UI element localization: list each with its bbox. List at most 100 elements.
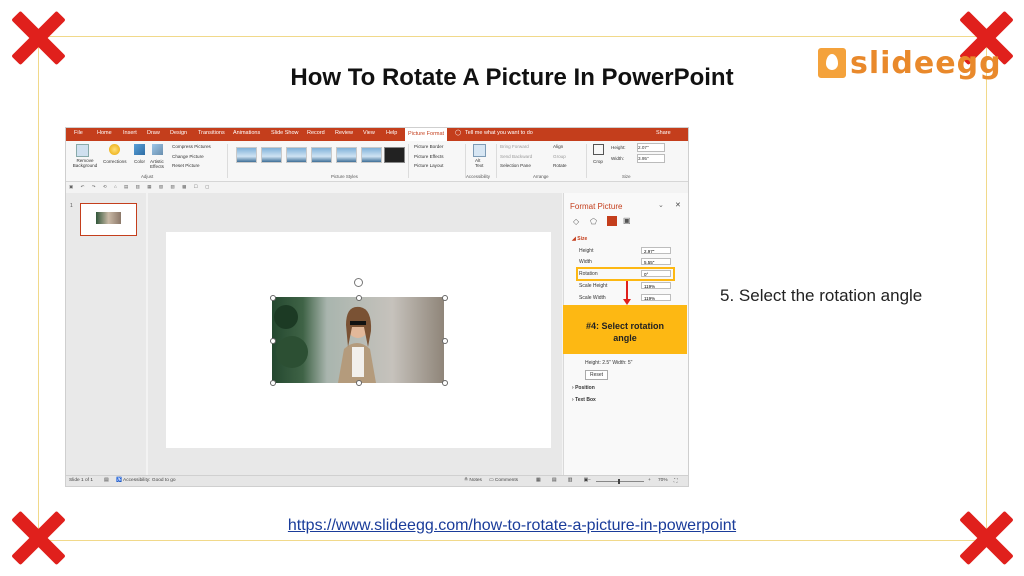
size-group-label: Size <box>622 174 631 179</box>
spellcheck-icon[interactable]: ▤ <box>104 478 109 483</box>
close-icon[interactable]: ✕ <box>675 201 681 209</box>
quick-access-icons[interactable]: ▣ ↶ ↷ ⟲ ⌂ ▤ ▥ ▦ ▧ ▨ ▩ ☐ ▢ <box>69 184 212 190</box>
rotate-button[interactable]: Rotate <box>553 163 567 168</box>
pane-height-label: Height <box>579 248 594 254</box>
zoom-out-button[interactable]: − <box>588 478 591 483</box>
menu-view[interactable]: View <box>363 130 375 136</box>
source-link[interactable]: https://www.slideegg.com/how-to-rotate-a… <box>260 514 764 537</box>
ribbon: Remove Background Corrections Color Arti… <box>66 141 688 182</box>
view-buttons[interactable]: ▦ ▤ ▥ ▣ <box>536 478 593 483</box>
effects-icon[interactable]: ⬠ <box>590 217 597 226</box>
quick-access-toolbar: ▣ ↶ ↷ ⟲ ⌂ ▤ ▥ ▦ ▧ ▨ ▩ ☐ ▢ <box>66 182 688 192</box>
scale-width-input[interactable]: 119% <box>641 294 671 301</box>
accessibility-status[interactable]: ♿ Accessibility: Good to go <box>116 478 176 483</box>
compress-pictures-button[interactable]: Compress Pictures <box>172 144 211 149</box>
powerpoint-window: File Home Insert Draw Design Transitions… <box>65 127 689 487</box>
resize-handle-top[interactable] <box>356 295 362 301</box>
zoom-slider-thumb[interactable] <box>618 479 620 484</box>
scale-height-input[interactable]: 119% <box>641 282 671 289</box>
text-box-section-header[interactable]: › Text Box <box>572 397 596 403</box>
ribbon-separator <box>586 144 587 178</box>
menu-transitions[interactable]: Transitions <box>198 130 225 136</box>
change-picture-button[interactable]: Change Picture <box>172 154 204 159</box>
share-button[interactable]: Share <box>656 130 671 136</box>
picture-style-6[interactable] <box>361 147 382 163</box>
picture-style-5[interactable] <box>336 147 357 163</box>
picture-border-button[interactable]: Picture Border <box>414 144 443 149</box>
picture-effects-button[interactable]: Picture Effects <box>414 154 444 159</box>
remove-background-button[interactable]: Remove Background <box>70 158 100 168</box>
corrections-button[interactable]: Corrections <box>103 159 127 164</box>
ribbon-separator <box>227 144 228 178</box>
slide-thumbnail-1[interactable] <box>80 203 137 236</box>
fill-line-icon[interactable]: ◇ <box>573 217 579 226</box>
picture-style-2[interactable] <box>261 147 282 163</box>
artistic-effects-icon <box>152 144 163 155</box>
resize-handle-bottom[interactable] <box>356 380 362 386</box>
alt-text-icon <box>473 144 486 157</box>
menu-record[interactable]: Record <box>307 130 325 136</box>
picture-style-1[interactable] <box>236 147 257 163</box>
width-label: Width: <box>611 156 625 161</box>
group-button[interactable]: Group <box>553 154 566 159</box>
rotation-handle-icon[interactable] <box>354 278 363 287</box>
menu-picture-format[interactable]: Picture Format <box>405 128 448 141</box>
align-button[interactable]: Align <box>553 144 563 149</box>
zoom-level[interactable]: 70% <box>658 478 668 483</box>
menu-file[interactable]: File <box>74 130 83 136</box>
pane-height-input[interactable]: 2.97" <box>641 247 671 254</box>
rotation-label: Rotation <box>579 271 598 277</box>
tell-me-input[interactable]: Tell me what you want to do <box>465 130 533 136</box>
zoom-in-button[interactable]: + <box>648 478 651 483</box>
menu-home[interactable]: Home <box>97 130 112 136</box>
zoom-slider[interactable] <box>596 481 644 482</box>
picture-style-7[interactable] <box>384 147 405 163</box>
instruction-callout: #4: Select rotation angle <box>563 305 687 354</box>
picture-layout-button[interactable]: Picture Layout <box>414 163 443 168</box>
resize-handle-top-right[interactable] <box>442 295 448 301</box>
resize-handle-top-left[interactable] <box>270 295 276 301</box>
lightbulb-icon: ◯ <box>455 130 462 136</box>
menu-draw[interactable]: Draw <box>147 130 160 136</box>
artistic-effects-button[interactable]: Artistic Effects <box>150 159 168 169</box>
reset-picture-button[interactable]: Reset Picture <box>172 163 200 168</box>
resize-handle-bottom-right[interactable] <box>442 380 448 386</box>
picture-style-3[interactable] <box>286 147 307 163</box>
rotation-input[interactable]: 0° <box>641 270 671 277</box>
selection-pane-button[interactable]: Selection Pane <box>500 163 531 168</box>
menu-slide-show[interactable]: Slide Show <box>271 130 299 136</box>
resize-handle-left[interactable] <box>270 338 276 344</box>
selected-picture[interactable] <box>272 297 444 383</box>
picture-icon[interactable]: ▣ <box>623 216 631 225</box>
original-size-text: Height: 2.5" Width: 5" <box>585 360 633 366</box>
ribbon-separator <box>496 144 497 178</box>
adjust-group-label: Adjust <box>141 174 154 179</box>
crop-button[interactable]: Crop <box>593 159 603 164</box>
menu-insert[interactable]: Insert <box>123 130 137 136</box>
scale-height-label: Scale Height <box>579 283 608 289</box>
slideegg-logo: slideegg <box>818 46 1002 81</box>
menu-design[interactable]: Design <box>170 130 187 136</box>
height-input[interactable]: 2.07" <box>637 143 665 152</box>
menu-animations[interactable]: Animations <box>233 130 260 136</box>
resize-handle-right[interactable] <box>442 338 448 344</box>
menu-help[interactable]: Help <box>386 130 397 136</box>
bring-forward-button[interactable]: Bring Forward <box>500 144 529 149</box>
color-button[interactable]: Color <box>134 159 145 164</box>
size-section-header[interactable]: ◢ Size <box>572 236 587 242</box>
position-section-header[interactable]: › Position <box>572 385 595 391</box>
color-icon <box>134 144 145 155</box>
alt-text-button[interactable]: Alt Text <box>475 158 487 168</box>
notes-button[interactable]: ≙ Notes <box>464 478 482 483</box>
resize-handle-bottom-left[interactable] <box>270 380 276 386</box>
picture-style-4[interactable] <box>311 147 332 163</box>
menu-review[interactable]: Review <box>335 130 353 136</box>
send-backward-button[interactable]: Send Backward <box>500 154 532 159</box>
comments-button[interactable]: ▭ Comments <box>489 478 518 483</box>
reset-button[interactable]: Reset <box>585 370 609 380</box>
size-properties-icon[interactable] <box>607 216 617 226</box>
pane-width-input[interactable]: 5.55" <box>641 258 671 265</box>
pane-options-icon[interactable]: ⌄ <box>658 201 664 209</box>
fit-slide-icon[interactable]: ⛶ <box>674 478 677 484</box>
width-input[interactable]: 3.95" <box>637 154 665 163</box>
